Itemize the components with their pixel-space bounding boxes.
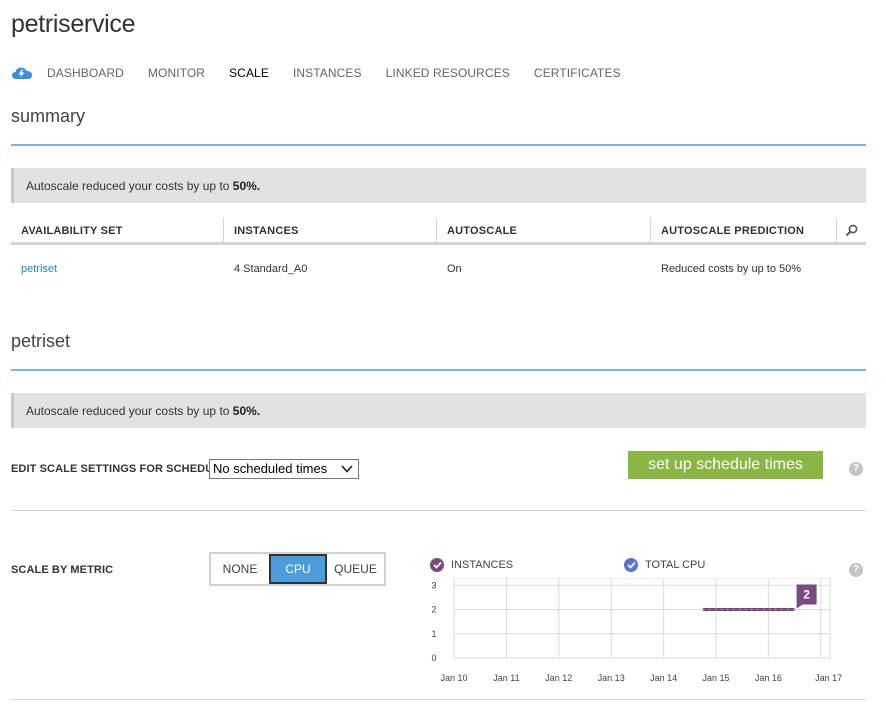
chevron-down-icon <box>341 465 353 473</box>
column-autoscale[interactable]: AUTOSCALE <box>437 218 651 242</box>
tab-dashboard[interactable]: DASHBOARD <box>47 66 124 80</box>
last-value-label: 2 <box>803 588 810 602</box>
table-search-button[interactable] <box>837 218 866 242</box>
petriset-title: petriset <box>11 331 71 351</box>
x-tick-label: Jan 12 <box>545 673 572 683</box>
schedule-label: EDIT SCALE SETTINGS FOR SCHEDULE <box>11 463 228 475</box>
banner-text: Autoscale reduced your costs by up to <box>26 404 233 418</box>
column-instances[interactable]: INSTANCES <box>224 218 437 242</box>
legend-instances-label: INSTANCES <box>451 559 514 571</box>
summary-title: summary <box>11 106 86 126</box>
summary-divider <box>11 144 866 146</box>
legend-instances[interactable]: INSTANCES <box>430 558 513 572</box>
legend-total-cpu-label: TOTAL CPU <box>645 559 706 571</box>
plot-area <box>453 578 831 659</box>
instances-cell: 4 Standard_A0 <box>234 263 308 275</box>
tab-instances[interactable]: INSTANCES <box>293 66 362 80</box>
instances-chart: 0 1 2 3 Jan 10 Jan 11 Jan 12 Jan 13 Jan 14 Jan 15… <box>431 578 842 683</box>
column-availability-set[interactable]: AVAILABILITY SET <box>11 218 224 242</box>
checkmark-icon <box>430 558 444 572</box>
divider <box>11 699 866 700</box>
x-tick-label: Jan 16 <box>755 673 782 683</box>
x-tick-label: Jan 11 <box>493 673 519 683</box>
x-tick-label: Jan 17 <box>815 673 842 683</box>
help-icon[interactable]: ? <box>849 462 863 476</box>
availability-set-link[interactable]: petriset <box>11 263 224 275</box>
tab-scale[interactable]: SCALE <box>229 66 269 80</box>
metric-cpu-button[interactable]: CPU <box>269 554 327 584</box>
x-tick-label: Jan 13 <box>598 673 625 683</box>
tab-monitor[interactable]: MONITOR <box>148 66 205 80</box>
autoscale-cell: On <box>447 263 462 275</box>
y-tick-label: 0 <box>431 653 436 663</box>
metric-queue-button[interactable]: QUEUE <box>327 554 384 584</box>
summary-banner: Autoscale reduced your costs by up to 50… <box>11 168 866 203</box>
cloud-service-icon <box>12 67 32 79</box>
schedule-select-value: No scheduled times <box>213 461 328 476</box>
y-tick-label: 2 <box>431 605 436 615</box>
schedule-select[interactable]: No scheduled times <box>209 459 359 479</box>
set-up-schedule-button[interactable]: set up schedule times <box>628 451 823 479</box>
metric-none-button[interactable]: NONE <box>211 554 269 584</box>
petriset-banner: Autoscale reduced your costs by up to 50… <box>11 393 866 428</box>
y-tick-label: 1 <box>431 629 436 639</box>
banner-text: Autoscale reduced your costs by up to <box>26 179 233 193</box>
app-title: petriservice <box>11 10 136 38</box>
metric-label: SCALE BY METRIC <box>11 564 114 576</box>
help-icon[interactable]: ? <box>849 563 863 577</box>
nav-bar: DASHBOARD MONITOR SCALE INSTANCES LINKED… <box>11 64 645 82</box>
table-row[interactable]: petriset 4 Standard_A0 On Reduced costs … <box>11 245 866 293</box>
metric-selector: NONE CPU QUEUE <box>209 552 386 586</box>
search-icon <box>845 224 858 236</box>
banner-highlight: 50%. <box>232 404 261 418</box>
divider <box>11 510 866 511</box>
checkmark-icon <box>624 558 638 572</box>
y-tick-label: 3 <box>431 580 436 590</box>
availability-set-table: AVAILABILITY SET INSTANCES AUTOSCALE AUT… <box>11 218 866 293</box>
tab-linked-resources[interactable]: LINKED RESOURCES <box>386 66 510 80</box>
x-tick-label: Jan 10 <box>440 673 467 683</box>
x-tick-label: Jan 15 <box>702 673 729 683</box>
prediction-cell: Reduced costs by up to 50% <box>661 263 802 275</box>
petriset-divider <box>11 369 866 371</box>
banner-highlight: 50%. <box>232 179 261 193</box>
x-tick-label: Jan 14 <box>650 673 677 683</box>
column-autoscale-prediction[interactable]: AUTOSCALE PREDICTION <box>651 218 837 242</box>
tab-certificates[interactable]: CERTIFICATES <box>534 66 621 80</box>
legend-total-cpu[interactable]: TOTAL CPU <box>624 558 705 572</box>
table-header: AVAILABILITY SET INSTANCES AUTOSCALE AUT… <box>11 218 866 245</box>
